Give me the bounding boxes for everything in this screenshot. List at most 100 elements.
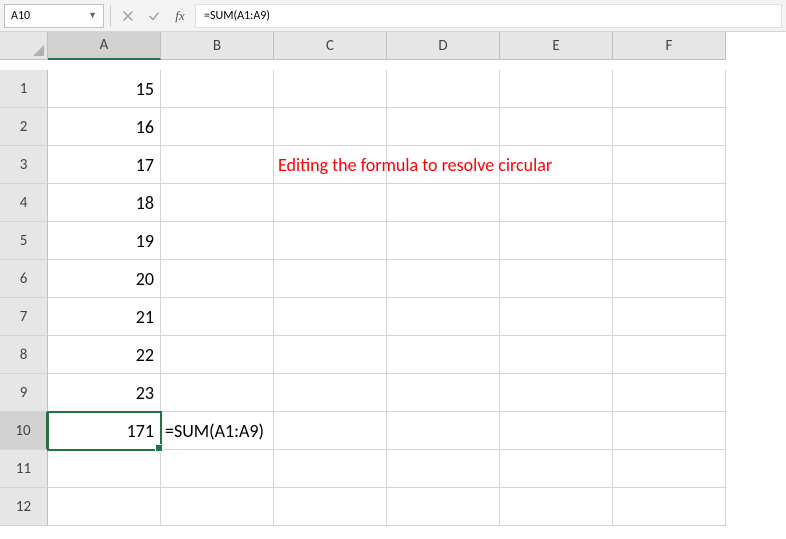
cell-E12[interactable] [500, 488, 613, 526]
cell-B4[interactable] [161, 184, 274, 222]
cell-A6[interactable]: 20 [48, 260, 161, 298]
cell-A11[interactable] [48, 450, 161, 488]
cell-E9[interactable] [500, 374, 613, 412]
cell-C8[interactable] [274, 336, 387, 374]
cell-B9[interactable] [161, 374, 274, 412]
cell-B1[interactable] [161, 70, 274, 108]
row-header-10[interactable]: 10 [0, 412, 48, 450]
x-icon [121, 9, 135, 23]
cell-C1[interactable] [274, 70, 387, 108]
formula-text: =SUM(A1:A9) [204, 9, 270, 23]
row-header-12[interactable]: 12 [0, 488, 48, 526]
cell-C5[interactable] [274, 222, 387, 260]
cell-F10[interactable] [613, 412, 726, 450]
cell-D12[interactable] [387, 488, 500, 526]
cell-D2[interactable] [387, 108, 500, 146]
cell-B7[interactable] [161, 298, 274, 336]
cell-E2[interactable] [500, 108, 613, 146]
cell-C7[interactable] [274, 298, 387, 336]
cell-A7[interactable]: 21 [48, 298, 161, 336]
cell-E8[interactable] [500, 336, 613, 374]
row-header-7[interactable]: 7 [0, 298, 48, 336]
cell-A12[interactable] [48, 488, 161, 526]
row-header-8[interactable]: 8 [0, 336, 48, 374]
insert-function-button[interactable]: fx [169, 5, 191, 27]
cell-D9[interactable] [387, 374, 500, 412]
cell-F9[interactable] [613, 374, 726, 412]
cell-F7[interactable] [613, 298, 726, 336]
col-header-F[interactable]: F [613, 32, 726, 60]
cell-E5[interactable] [500, 222, 613, 260]
cell-D8[interactable] [387, 336, 500, 374]
cell-B11[interactable] [161, 450, 274, 488]
cell-B5[interactable] [161, 222, 274, 260]
cell-A10[interactable]: 171 [48, 412, 161, 450]
cell-F4[interactable] [613, 184, 726, 222]
cell-D6[interactable] [387, 260, 500, 298]
cell-F11[interactable] [613, 450, 726, 488]
name-box-dropdown-icon[interactable]: ▼ [88, 10, 97, 21]
cell-D11[interactable] [387, 450, 500, 488]
col-header-D[interactable]: D [387, 32, 500, 60]
row-header-9[interactable]: 9 [0, 374, 48, 412]
col-header-B[interactable]: B [161, 32, 274, 60]
cell-B6[interactable] [161, 260, 274, 298]
cell-C12[interactable] [274, 488, 387, 526]
col-header-A[interactable]: A [48, 32, 161, 60]
cell-B2[interactable] [161, 108, 274, 146]
row-header-1[interactable]: 1 [0, 70, 48, 108]
cell-C3[interactable]: Editing the formula to resolve circular [274, 146, 387, 184]
cell-B12[interactable] [161, 488, 274, 526]
cell-C9[interactable] [274, 374, 387, 412]
row-header-4[interactable]: 4 [0, 184, 48, 222]
cell-A5[interactable]: 19 [48, 222, 161, 260]
cell-A2[interactable]: 16 [48, 108, 161, 146]
cell-C11[interactable] [274, 450, 387, 488]
cell-C10[interactable] [274, 412, 387, 450]
cell-E7[interactable] [500, 298, 613, 336]
cell-D4[interactable] [387, 184, 500, 222]
cell-E10[interactable] [500, 412, 613, 450]
cell-F5[interactable] [613, 222, 726, 260]
cell-A1[interactable]: 15 [48, 70, 161, 108]
cell-F1[interactable] [613, 70, 726, 108]
cell-B8[interactable] [161, 336, 274, 374]
cell-B3[interactable] [161, 146, 274, 184]
cell-C6[interactable] [274, 260, 387, 298]
name-box[interactable]: A10 ▼ [4, 4, 104, 28]
cell-F8[interactable] [613, 336, 726, 374]
cell-F12[interactable] [613, 488, 726, 526]
cell-C4[interactable] [274, 184, 387, 222]
enter-button[interactable] [143, 5, 165, 27]
cell-D1[interactable] [387, 70, 500, 108]
row-header-5[interactable]: 5 [0, 222, 48, 260]
row-header-6[interactable]: 6 [0, 260, 48, 298]
formula-input[interactable]: =SUM(A1:A9) [195, 4, 782, 28]
spreadsheet-grid: A B C D E F 1 15 2 16 3 17 Editing the f… [0, 32, 786, 526]
row-header-3[interactable]: 3 [0, 146, 48, 184]
cell-A8[interactable]: 22 [48, 336, 161, 374]
cell-D7[interactable] [387, 298, 500, 336]
cell-F2[interactable] [613, 108, 726, 146]
cell-E4[interactable] [500, 184, 613, 222]
cell-E6[interactable] [500, 260, 613, 298]
cell-F6[interactable] [613, 260, 726, 298]
cell-A4[interactable]: 18 [48, 184, 161, 222]
cell-B10-text: =SUM(A1:A9) [165, 420, 264, 442]
cell-A3[interactable]: 17 [48, 146, 161, 184]
cell-B10[interactable]: =SUM(A1:A9) [161, 412, 274, 450]
cell-C2[interactable] [274, 108, 387, 146]
cell-D5[interactable] [387, 222, 500, 260]
name-box-text: A10 [11, 9, 88, 23]
cell-D10[interactable] [387, 412, 500, 450]
col-header-E[interactable]: E [500, 32, 613, 60]
cell-E1[interactable] [500, 70, 613, 108]
cell-E11[interactable] [500, 450, 613, 488]
row-header-2[interactable]: 2 [0, 108, 48, 146]
cell-F3[interactable] [613, 146, 726, 184]
select-all-corner[interactable] [0, 32, 48, 60]
cancel-button[interactable] [117, 5, 139, 27]
row-header-11[interactable]: 11 [0, 450, 48, 488]
cell-A9[interactable]: 23 [48, 374, 161, 412]
col-header-C[interactable]: C [274, 32, 387, 60]
